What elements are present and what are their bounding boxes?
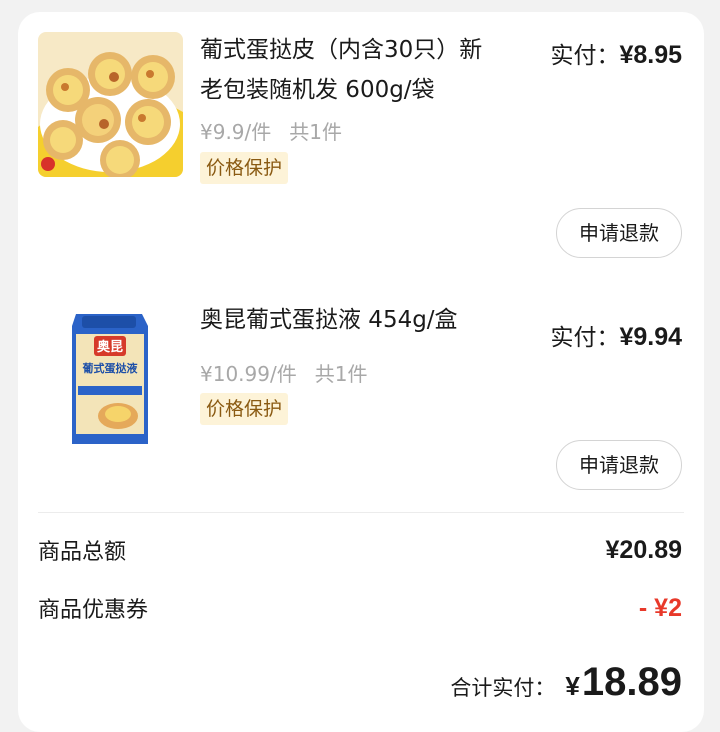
paid-value: ¥9.94	[619, 323, 682, 351]
product-title[interactable]: 葡式蛋挞皮（内含30只）新老包装随机发 600g/袋	[200, 30, 500, 110]
product-title[interactable]: 奥昆葡式蛋挞液 454g/盒	[200, 300, 520, 340]
unit-price: ¥9.9/件	[200, 120, 272, 144]
paid-value: ¥8.95	[619, 41, 682, 69]
coupon-label: 商品优惠券	[38, 598, 149, 623]
grand-total-value: 18.89	[581, 660, 682, 704]
quantity: 共1件	[314, 362, 368, 386]
paid-amount: 实付：¥9.94	[550, 318, 682, 352]
unit-price: ¥10.99/件	[200, 362, 297, 386]
coupon-value: - ¥2	[638, 593, 682, 622]
price-protection-badge[interactable]: 价格保护	[200, 393, 289, 425]
divider	[38, 512, 684, 513]
order-item: 葡式蛋挞皮（内含30只）新老包装随机发 600g/袋 实付：¥8.95 ¥9.9…	[18, 12, 704, 274]
price-protection-badge[interactable]: 价格保护	[200, 152, 289, 184]
refund-button[interactable]: 申请退款	[556, 440, 682, 490]
goods-total-label: 商品总额	[38, 540, 127, 565]
goods-total-value: ¥20.89	[605, 535, 682, 564]
refund-button[interactable]: 申请退款	[556, 208, 682, 258]
product-image[interactable]: 奥昆 葡式蛋挞液	[38, 304, 183, 449]
unit-price-info: ¥9.9/件 共1件	[200, 116, 342, 145]
coupon-row: 商品优惠券 - ¥2	[38, 588, 682, 628]
paid-label: 实付：	[550, 325, 620, 351]
quantity: 共1件	[289, 120, 343, 144]
currency-symbol: ¥	[565, 671, 580, 701]
egg-tart-liquid-package-icon: 奥昆 葡式蛋挞液	[38, 304, 183, 449]
goods-total-row: 商品总额 ¥20.89	[38, 530, 682, 570]
package-name: 葡式蛋挞液	[82, 361, 139, 375]
product-image[interactable]	[38, 32, 183, 177]
paid-label: 实付：	[550, 43, 620, 69]
grand-total-label: 合计实付：	[450, 676, 556, 700]
unit-price-info: ¥10.99/件 共1件	[200, 358, 367, 387]
order-item: 奥昆 葡式蛋挞液 奥昆葡式蛋挞液 454g/盒 实付：¥9.94 ¥10.99/…	[18, 274, 704, 510]
package-brand: 奥昆	[97, 339, 123, 355]
grand-total: 合计实付： ¥ 18.89	[450, 660, 682, 710]
egg-tart-photo-icon	[38, 32, 183, 177]
order-card: 葡式蛋挞皮（内含30只）新老包装随机发 600g/袋 实付：¥8.95 ¥9.9…	[18, 12, 704, 732]
paid-amount: 实付：¥8.95	[550, 36, 682, 70]
